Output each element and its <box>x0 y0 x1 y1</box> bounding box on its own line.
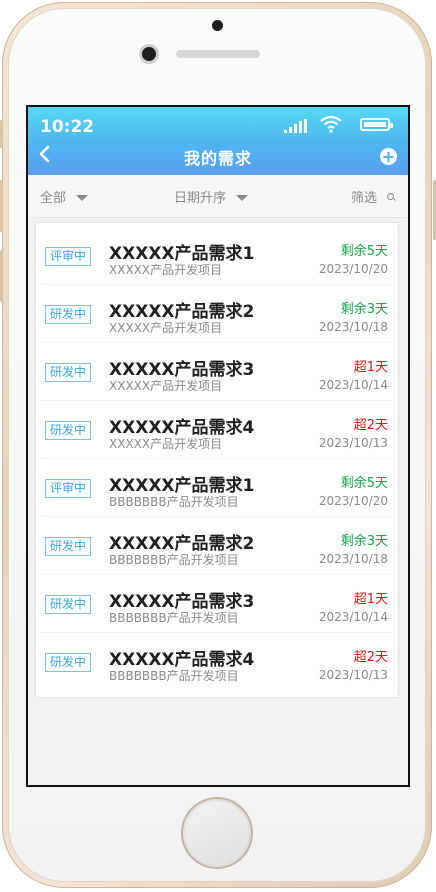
screen: 10:22 我的需求 + 全部 日期升序 筛选 评审中 XXXXX产品需求1 X… <box>26 105 410 787</box>
list-item[interactable]: 评审中 XXXXX产品需求1 BBBBBBB产品开发项目 剩余5天 2023/10/20 <box>36 459 398 517</box>
list-item[interactable]: 研发中 XXXXX产品需求2 BBBBBBB产品开发项目 剩余3天 2023/10/18 <box>36 517 398 575</box>
battery-icon <box>360 118 393 131</box>
item-subtitle: XXXXX产品开发项目 <box>109 437 223 451</box>
item-remaining: 剩余5天 <box>340 244 388 259</box>
status-tag: 研发中 <box>45 363 91 382</box>
item-subtitle: XXXXX产品开发项目 <box>109 379 223 393</box>
item-remaining: 剩余5天 <box>340 476 388 491</box>
list-item[interactable]: 研发中 XXXXX产品需求3 XXXXX产品开发项目 超1天 2023/10/14 <box>36 343 398 401</box>
item-remaining: 超2天 <box>353 650 388 665</box>
caret-down-icon <box>76 194 89 201</box>
wifi-icon <box>320 115 342 133</box>
item-date: 2023/10/20 <box>318 262 388 276</box>
nav-bar: 10:22 我的需求 + <box>28 107 408 175</box>
item-subtitle: BBBBBBB产品开发项目 <box>109 669 239 683</box>
list-item[interactable]: 研发中 XXXXX产品需求4 XXXXX产品开发项目 超2天 2023/10/13 <box>36 401 398 459</box>
filter-screen[interactable]: 筛选 <box>351 187 395 206</box>
item-subtitle: BBBBBBB产品开发项目 <box>109 611 239 625</box>
search-icon <box>387 193 395 200</box>
signal-icon <box>284 119 308 133</box>
status-tag: 研发中 <box>45 421 91 440</box>
earpiece <box>176 50 260 58</box>
item-date: 2023/10/14 <box>318 610 388 624</box>
side-button-mute <box>0 120 3 148</box>
item-subtitle: XXXXX产品开发项目 <box>109 263 223 277</box>
filter-all[interactable]: 全部 <box>40 187 89 206</box>
item-remaining: 超2天 <box>353 418 388 433</box>
status-tag: 研发中 <box>45 305 91 324</box>
requirement-list: 评审中 XXXXX产品需求1 XXXXX产品开发项目 剩余5天 2023/10/20 研发… <box>35 222 399 698</box>
item-remaining: 剩余3天 <box>340 534 388 549</box>
side-button-volume-down <box>0 250 3 302</box>
status-time: 10:22 <box>40 117 95 137</box>
add-button[interactable]: + <box>380 148 397 165</box>
filter-sort[interactable]: 日期升序 <box>174 187 249 206</box>
filter-sort-label: 日期升序 <box>174 191 227 206</box>
home-button[interactable] <box>183 799 251 867</box>
list-item[interactable]: 评审中 XXXXX产品需求1 XXXXX产品开发项目 剩余5天 2023/10/20 <box>36 227 398 285</box>
list-item[interactable]: 研发中 XXXXX产品需求2 XXXXX产品开发项目 剩余3天 2023/10/18 <box>36 285 398 343</box>
plus-circle-icon: + <box>381 147 396 166</box>
item-subtitle: XXXXX产品开发项目 <box>109 321 223 335</box>
item-date: 2023/10/20 <box>318 494 388 508</box>
item-date: 2023/10/18 <box>318 552 388 566</box>
item-subtitle: BBBBBBB产品开发项目 <box>109 553 239 567</box>
list-item[interactable]: 研发中 XXXXX产品需求4 BBBBBBB产品开发项目 超2天 2023/10/13 <box>36 633 398 691</box>
item-date: 2023/10/18 <box>318 320 388 334</box>
page-title: 我的需求 <box>183 149 252 168</box>
filter-screen-label: 筛选 <box>351 191 378 206</box>
item-date: 2023/10/14 <box>318 378 388 392</box>
side-button-volume-up <box>0 180 3 232</box>
status-tag: 评审中 <box>45 247 91 266</box>
status-tag: 研发中 <box>45 537 91 556</box>
list-item[interactable]: 研发中 XXXXX产品需求3 BBBBBBB产品开发项目 超1天 2023/10/14 <box>36 575 398 633</box>
item-date: 2023/10/13 <box>318 436 388 450</box>
item-remaining: 剩余3天 <box>340 302 388 317</box>
status-tag: 评审中 <box>45 479 91 498</box>
filter-all-label: 全部 <box>40 191 67 206</box>
sensor-dot <box>212 20 223 31</box>
caret-down-icon <box>236 194 249 201</box>
item-remaining: 超1天 <box>353 592 388 607</box>
status-tag: 研发中 <box>45 595 91 614</box>
item-date: 2023/10/13 <box>318 668 388 682</box>
front-camera <box>142 47 156 61</box>
item-remaining: 超1天 <box>353 360 388 375</box>
status-tag: 研发中 <box>45 653 91 672</box>
item-subtitle: BBBBBBB产品开发项目 <box>109 495 239 509</box>
filter-bar: 全部 日期升序 筛选 <box>28 175 408 218</box>
